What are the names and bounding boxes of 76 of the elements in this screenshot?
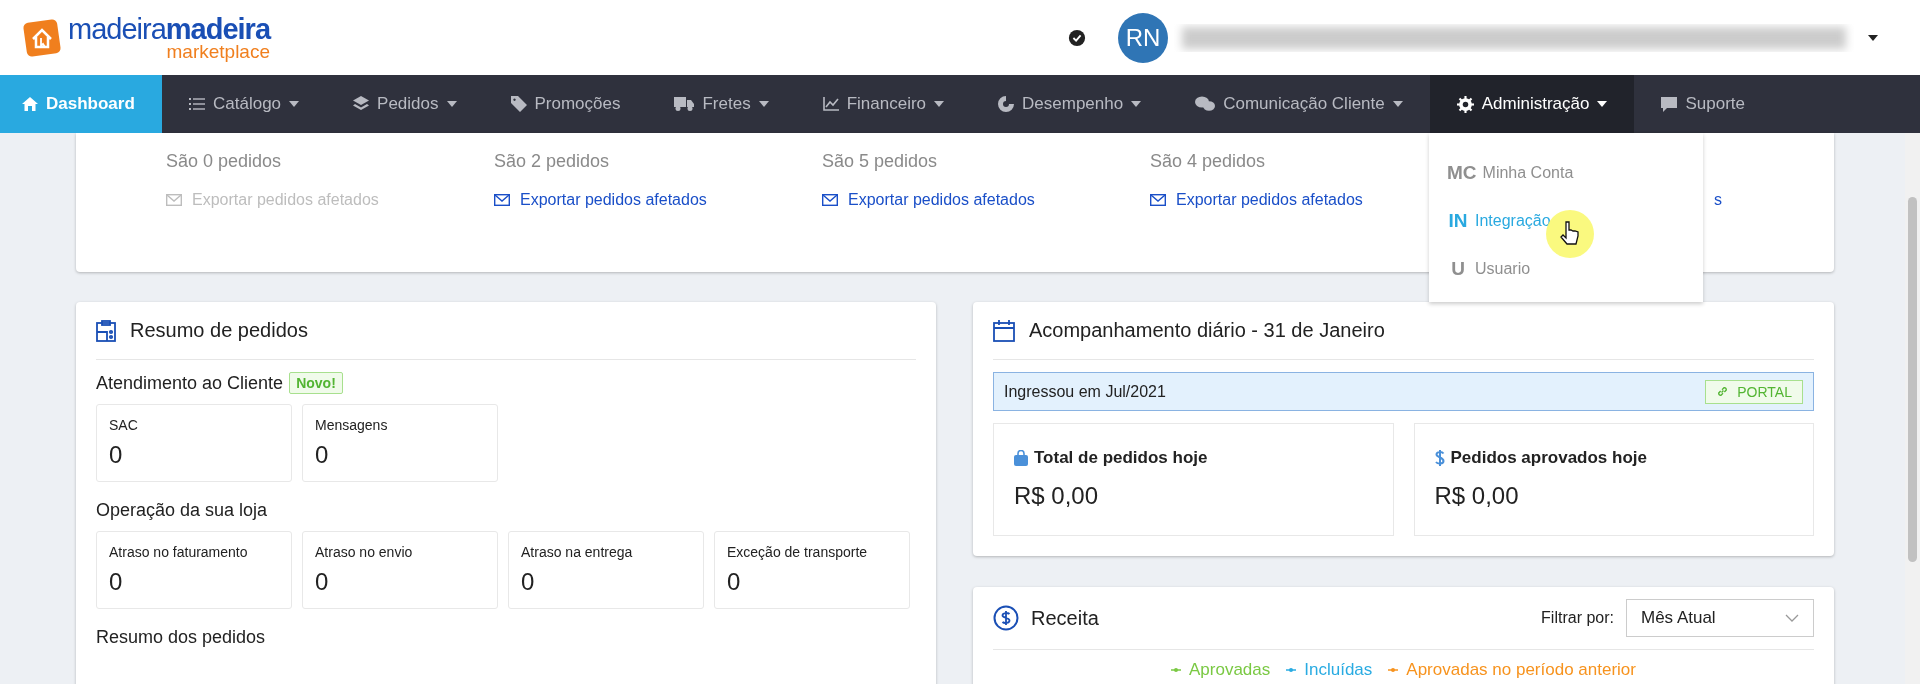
clipboard-icon [96,319,116,342]
nav-tab[interactable]: Suporte [1634,75,1773,133]
stat-value: R$ 0,00 [1434,482,1520,510]
nav-tab[interactable]: Promoções [483,75,648,133]
order-count: São 4 pedidos [1150,151,1266,173]
nav-tab[interactable]: Pedidos [326,75,484,133]
layers-icon [353,96,370,112]
envelope-icon [166,194,182,206]
nav-tab[interactable]: Financeiro [795,75,972,133]
section-title: Resumo dos pedidos [96,627,266,648]
comment-icon [1661,96,1678,112]
legend-item: Aprovadas [1171,660,1271,680]
spinner-icon [998,96,1015,112]
dollar-icon [1434,449,1445,467]
tag-icon [510,96,527,112]
tile-label: Exceção de transporte [727,544,869,560]
order-count: São 5 pedidos [822,151,938,173]
tile-value: 0 [109,441,124,469]
stat-label: Total de pedidos hoje [1034,448,1208,468]
shopping-bag-icon [1014,450,1028,466]
legend-marker-icon [1388,667,1399,673]
caret-icon[interactable] [1868,34,1878,41]
legend-item: Incluídas [1286,660,1373,680]
tile-label: Atraso na entrega [521,544,634,560]
nav-tab[interactable]: Catálogo [162,75,327,133]
truck-icon [674,97,695,111]
envelope-icon [1150,194,1166,206]
section-title: Operação da sua loja [96,500,268,521]
section-title: Atendimento ao Cliente [96,372,284,394]
legend-marker-icon [1171,667,1181,673]
tile-value: 0 [315,441,330,469]
nav-tab[interactable]: Comunicação Cliente [1168,75,1430,133]
envelope-icon [494,194,510,206]
nav-tab[interactable]: Desempenho [971,75,1169,133]
check-circle-icon [1068,28,1086,47]
house-logo-icon [22,17,62,58]
gear-icon [1456,95,1474,113]
stat-label: Pedidos aprovados hoje [1450,448,1647,468]
tile-value: 0 [727,568,742,596]
order-count: São 2 pedidos [494,151,610,173]
period-select[interactable]: Mês Atual [1626,599,1814,637]
export-link[interactable]: s [1714,191,1722,209]
tile-label: SAC [109,417,139,433]
tile-value: 0 [521,568,536,596]
nav-tab[interactable]: Administração [1429,75,1635,133]
card-title: Receita [1031,606,1099,630]
brand-name: madeiramadeira [68,14,270,44]
link-icon [1716,385,1730,398]
export-link[interactable]: Exportar pedidos afetados [822,191,1150,209]
filter-label: Filtrar por: [1541,609,1614,627]
chat-bubbles-icon [1195,96,1216,112]
chevron-down-icon [1785,614,1799,622]
order-count: São 0 pedidos [166,151,282,173]
card-title: Resumo de pedidos [130,319,308,342]
card-title: Acompanhamento diário - 31 de Janeiro [1029,319,1385,342]
tile-value: 0 [315,568,330,596]
tile-label: Atraso no envio [315,544,414,560]
stat-value: R$ 0,00 [1014,482,1100,510]
legend-marker-icon [1286,667,1297,673]
avatar[interactable]: RN [1118,12,1168,63]
list-icon [189,97,205,111]
brand-subtitle: marketplace [166,41,270,61]
calendar-icon [993,319,1015,342]
tile-label: Mensagens [315,417,389,433]
line-chart-icon [822,97,839,111]
home-icon [22,97,38,111]
dollar-circle-icon [993,605,1019,631]
export-link[interactable]: Exportar pedidos afetados [494,191,822,209]
envelope-icon [822,194,838,206]
legend-item: Aprovadas no período anterior [1388,660,1636,680]
scrollbar[interactable] [1905,133,1920,684]
tile-label: Atraso no faturamento [109,544,249,560]
nav-tab[interactable]: Fretes [647,75,796,133]
joined-text: Ingressou em Jul/2021 [1004,382,1166,401]
tile-value: 0 [109,568,124,596]
new-badge: Novo! [289,372,343,394]
